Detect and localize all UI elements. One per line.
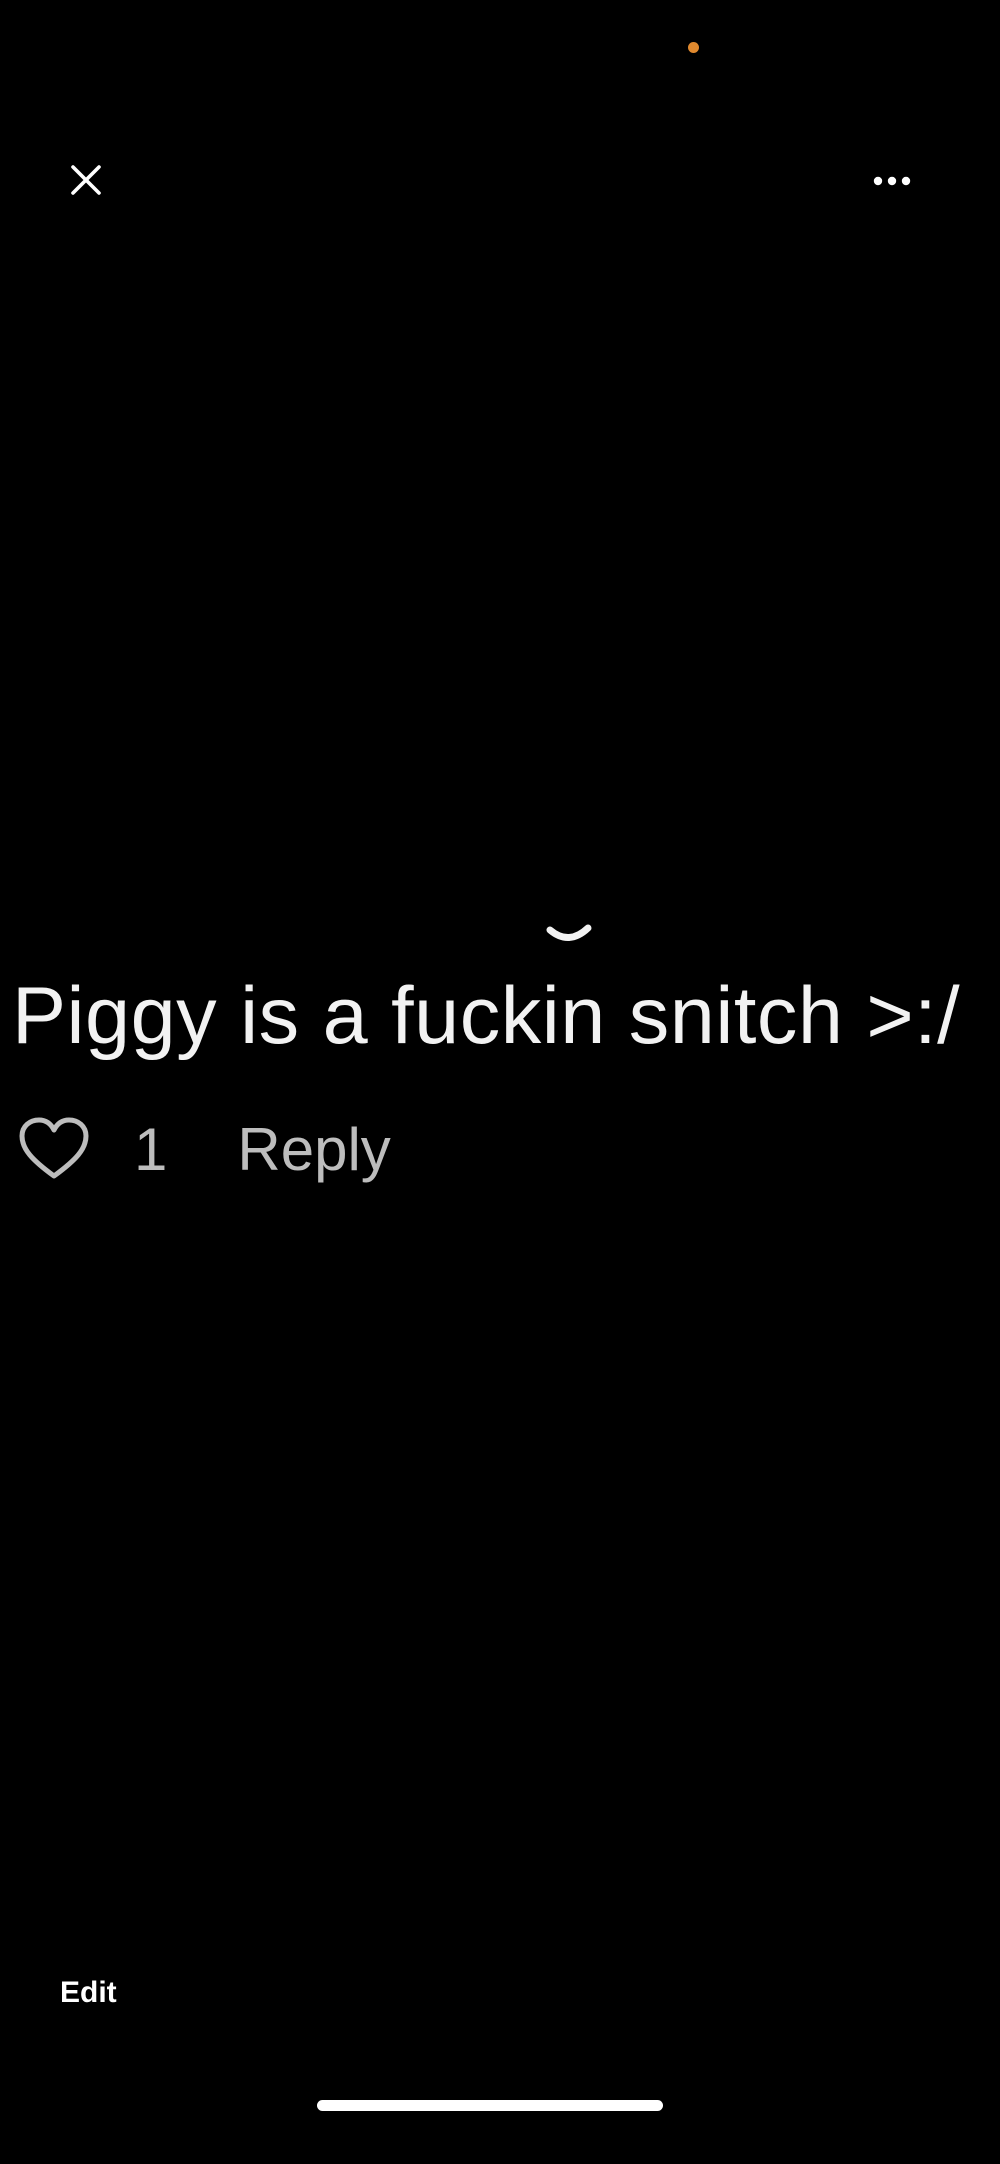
photo-viewer-screen: Piggy is a fuckin snitch >:/ 1 Reply Edi… (0, 0, 1000, 2164)
more-options-button[interactable] (862, 156, 922, 206)
close-icon (71, 165, 101, 195)
comment-actions: 1 Reply (18, 1104, 391, 1194)
edit-button[interactable]: Edit (60, 1976, 117, 2010)
close-button[interactable] (58, 152, 114, 208)
more-horizontal-icon (873, 176, 911, 186)
cropped-text-fragment (546, 882, 592, 942)
home-indicator[interactable] (317, 2100, 663, 2111)
comment-text: Piggy is a fuckin snitch >:/ (12, 971, 961, 1061)
privacy-indicator-dot (688, 42, 699, 53)
heart-outline-icon[interactable] (18, 1116, 90, 1182)
reply-button[interactable]: Reply (237, 1115, 390, 1184)
like-count: 1 (134, 1115, 168, 1183)
photo-content: Piggy is a fuckin snitch >:/ 1 Reply (0, 880, 1000, 1210)
